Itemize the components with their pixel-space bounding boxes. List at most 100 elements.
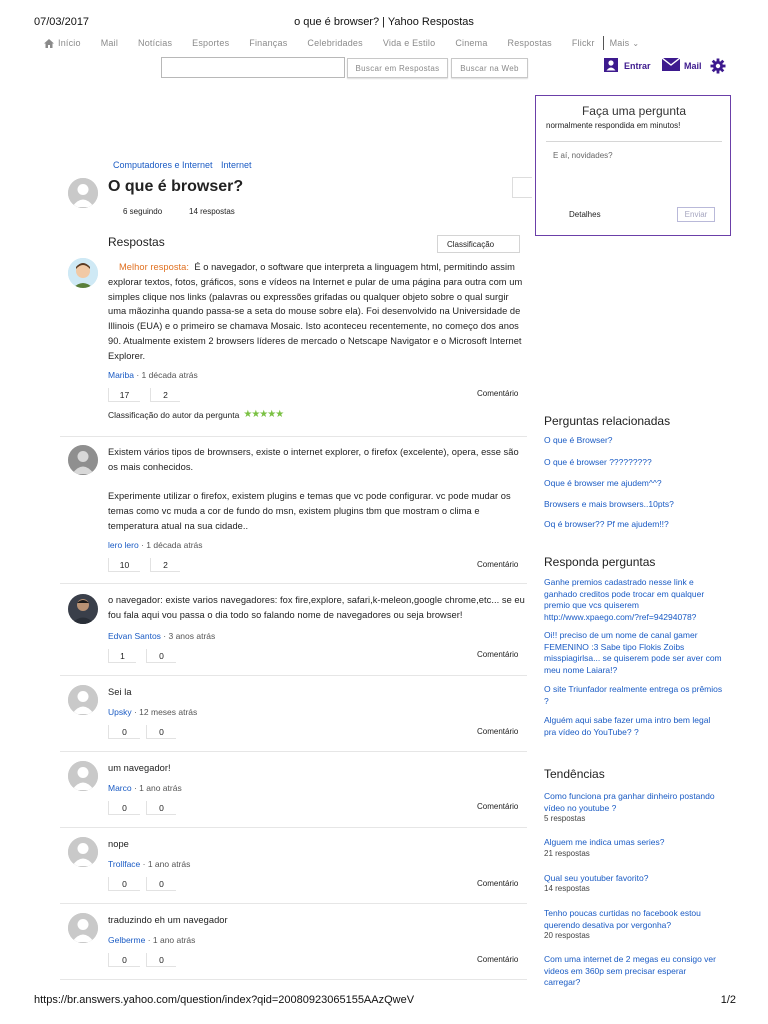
related-question-link[interactable]: Browsers e mais browsers..10pts? <box>544 499 724 511</box>
nav-item-sports[interactable]: Esportes <box>192 38 229 48</box>
open-question-link[interactable]: Oi!! preciso de um nome de canal gamer F… <box>544 630 724 676</box>
ask-send-button[interactable]: Enviar <box>677 207 715 222</box>
thumbs-down-button[interactable]: 2 <box>150 558 180 572</box>
answer-user[interactable]: lero lero <box>108 540 139 550</box>
thumbs-up-button[interactable]: 10 <box>108 558 140 572</box>
answer-user[interactable]: Trollface <box>108 859 140 869</box>
related-question-link[interactable]: O que é Browser? <box>544 435 724 447</box>
mail-icon <box>661 57 681 73</box>
thumbs-down-button[interactable]: 0 <box>146 953 176 967</box>
comment-button[interactable]: Comentário <box>477 802 518 811</box>
comment-button[interactable]: Comentário <box>477 955 518 964</box>
answer-time: · 1 década atrás <box>133 370 198 380</box>
rating-label: Classificação do autor da pergunta <box>108 409 240 420</box>
trend-answer-count: 5 respostas <box>544 814 586 823</box>
comment-button[interactable]: Comentário <box>477 560 518 569</box>
thumbs-down-button[interactable]: 2 <box>150 388 180 402</box>
ask-textarea[interactable]: E aí, novidades? <box>546 141 722 213</box>
trend-question-link[interactable]: Tenho poucas curtidas no facebook estou … <box>544 908 724 931</box>
answer-user[interactable]: Mariba <box>108 370 134 380</box>
nav-item-answers[interactable]: Respostas <box>508 38 552 48</box>
thumbs-up-button[interactable]: 0 <box>108 877 140 891</box>
answer-divider <box>60 675 527 676</box>
print-url: https://br.answers.yahoo.com/question/in… <box>34 994 415 1006</box>
trends-heading: Tendências <box>544 767 605 781</box>
open-question-link[interactable]: O site Triunfador realmente entrega os p… <box>544 684 724 707</box>
mail-label: Mail <box>684 60 702 71</box>
trend-answer-count: 21 respostas <box>544 849 590 858</box>
nav-item-movies[interactable]: Cinema <box>455 38 487 48</box>
nav-item-more[interactable]: Mais ⌄ <box>610 38 640 48</box>
answer-text: Sei la <box>108 687 132 697</box>
related-question-link[interactable]: O que é browser ????????? <box>544 457 724 469</box>
answer-text: Existem vários tipos de brownsers, exist… <box>108 445 526 534</box>
nav-item-flickr[interactable]: Flickr <box>572 38 595 48</box>
comment-button[interactable]: Comentário <box>477 879 518 888</box>
related-question-link[interactable]: Oq é browser?? Pf me ajudem!!? <box>544 519 724 531</box>
sort-dropdown[interactable]: Classificação <box>437 235 520 253</box>
answer-user[interactable]: Upsky <box>108 707 132 717</box>
search-answers-button[interactable]: Buscar em Respostas <box>347 58 448 78</box>
print-title: o que é browser? | Yahoo Respostas <box>294 16 474 28</box>
thumbs-up-button[interactable]: 17 <box>108 388 140 402</box>
signin-link[interactable]: Entrar <box>604 58 651 74</box>
thumbs-up-button[interactable]: 0 <box>108 801 140 815</box>
answer-body: Existem vários tipos de brownsers, exist… <box>108 447 519 472</box>
answer-avatar <box>68 685 98 715</box>
answer-meta: lero lero · 1 década atrás <box>108 540 203 550</box>
follow-button[interactable] <box>512 177 532 198</box>
trend-question-link[interactable]: Com uma internet de 2 megas eu consigo v… <box>544 954 724 989</box>
search-web-button[interactable]: Buscar na Web <box>451 58 528 78</box>
thumbs-up-button[interactable]: 0 <box>108 725 140 739</box>
thumbs-down-button[interactable]: 0 <box>146 801 176 815</box>
nav-item-lifestyle[interactable]: Vida e Estilo <box>383 38 435 48</box>
open-question-link[interactable]: Ganhe premios cadastrado nesse link e ga… <box>544 577 724 623</box>
answer-avatar <box>68 445 98 475</box>
ask-question-box: Faça uma pergunta normalmente respondida… <box>535 95 731 236</box>
trend-question-link[interactable]: Como funciona pra ganhar dinheiro postan… <box>544 791 724 814</box>
search-input[interactable] <box>161 57 345 78</box>
answer-meta: Edvan Santos · 3 anos atrás <box>108 631 215 641</box>
thumbs-down-button[interactable]: 0 <box>146 877 176 891</box>
answer-user[interactable]: Edvan Santos <box>108 631 161 641</box>
answer-meta: Trollface · 1 ano atrás <box>108 859 190 869</box>
thumbs-up-button[interactable]: 1 <box>108 649 136 663</box>
open-question-link[interactable]: Alguém aqui sabe fazer uma intro bem leg… <box>544 715 724 738</box>
breadcrumb-subcategory[interactable]: Internet <box>221 160 252 170</box>
nav-item-home[interactable]: Início <box>44 38 81 48</box>
ask-title: Faça uma pergunta <box>581 104 687 118</box>
asker-rating: Classificação do autor da pergunta ★★★★★ <box>108 409 284 420</box>
answer-time: · 12 meses atrás <box>131 707 198 717</box>
breadcrumb-category[interactable]: Computadores e Internet <box>113 160 213 170</box>
nav-label-more: Mais <box>609 38 630 48</box>
nav-item-mail[interactable]: Mail <box>101 38 118 48</box>
best-answer-text: Melhor resposta: É o navegador, o softwa… <box>108 260 526 364</box>
asker-avatar <box>68 178 98 208</box>
ask-placeholder: E aí, novidades? <box>553 151 613 160</box>
answer-meta: Gelberme · 1 ano atrás <box>108 935 195 945</box>
answer-divider <box>60 751 527 752</box>
ask-details-link[interactable]: Detalhes <box>569 210 601 219</box>
thumbs-down-button[interactable]: 0 <box>146 725 176 739</box>
answer-divider <box>60 827 527 828</box>
settings-button[interactable] <box>710 58 726 76</box>
related-question-link[interactable]: Oque é browser me ajudem^^? <box>544 478 724 490</box>
nav-item-celebrities[interactable]: Celebridades <box>307 38 362 48</box>
comment-button[interactable]: Comentário <box>477 650 518 659</box>
answer-time: · 1 ano atrás <box>140 859 191 869</box>
comment-button[interactable]: Comentário <box>477 389 518 398</box>
comment-button[interactable]: Comentário <box>477 727 518 736</box>
mail-link[interactable]: Mail <box>661 57 702 73</box>
trend-question-link[interactable]: Qual seu youtuber favorito? <box>544 873 724 885</box>
related-questions-heading: Perguntas relacionadas <box>544 414 671 428</box>
answer-user[interactable]: Gelberme <box>108 935 145 945</box>
home-icon <box>44 38 54 48</box>
nav-item-finance[interactable]: Finanças <box>249 38 287 48</box>
nav-separator <box>602 36 604 50</box>
thumbs-up-button[interactable]: 0 <box>108 953 140 967</box>
trend-question-link[interactable]: Alguem me indica umas series? <box>544 837 724 849</box>
nav-item-news[interactable]: Notícias <box>138 38 172 48</box>
thumbs-down-button[interactable]: 0 <box>146 649 176 663</box>
question-followers: 6 seguindo <box>123 207 163 216</box>
answer-user[interactable]: Marco <box>108 783 132 793</box>
